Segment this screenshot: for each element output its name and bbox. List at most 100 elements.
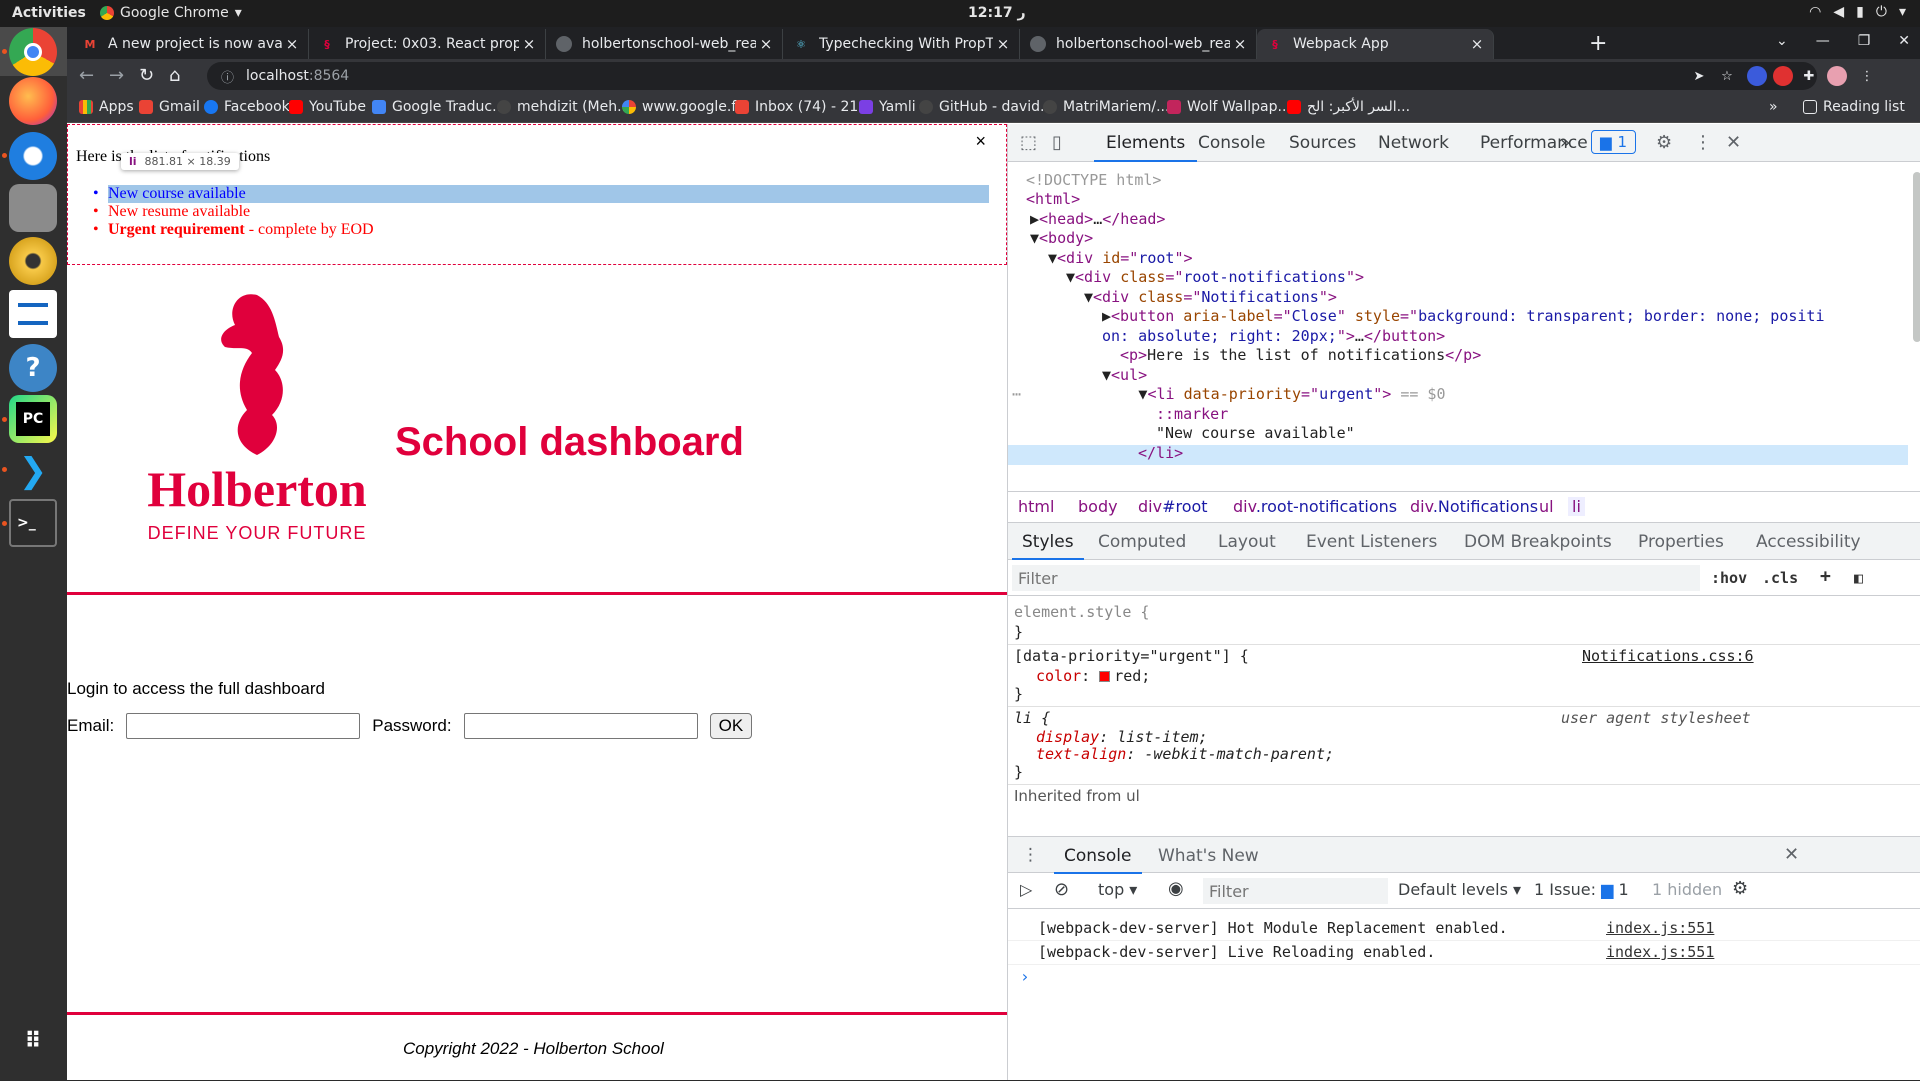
send-tab-icon[interactable]: ➤	[1689, 66, 1709, 86]
close-devtools-icon[interactable]: ✕	[1726, 132, 1741, 153]
bookmarks-overflow-button[interactable]: »	[1769, 99, 1778, 115]
close-icon[interactable]: ×	[519, 35, 539, 53]
tab-computed[interactable]: Computed	[1098, 532, 1186, 552]
close-icon[interactable]: ×	[1230, 35, 1250, 53]
profile-avatar[interactable]	[1827, 66, 1847, 86]
sidebar-toggle-icon[interactable]: ▷	[1020, 880, 1032, 899]
bookmark-google-translate[interactable]: Google Traduc...	[372, 99, 505, 115]
bookmark-github-david[interactable]: GitHub - david...	[919, 99, 1053, 115]
bookmark-matrimariem[interactable]: MatriMariem/...	[1043, 99, 1169, 115]
tab-event-listeners[interactable]: Event Listeners	[1306, 532, 1437, 552]
breadcrumb-item[interactable]: div#root	[1138, 497, 1208, 516]
tab-console-drawer[interactable]: Console	[1054, 846, 1141, 874]
context-selector[interactable]: top ▾	[1098, 880, 1137, 899]
rule-source-link[interactable]: Notifications.css:6	[1582, 646, 1754, 666]
device-toolbar-icon[interactable]: ▯	[1052, 132, 1062, 153]
console-filter-input[interactable]	[1203, 878, 1388, 904]
dom-scrollbar[interactable]	[1913, 172, 1920, 342]
dom-node[interactable]: ▼<div class="root-notifications">	[1066, 267, 1364, 287]
notification-item[interactable]: New course available	[93, 185, 998, 203]
notification-item[interactable]: New resume available	[93, 203, 998, 221]
tab-whats-new[interactable]: What's New	[1158, 846, 1259, 866]
browser-tab[interactable]: M A new project is now avai ×	[72, 29, 309, 59]
breadcrumb-item[interactable]: body	[1078, 497, 1118, 516]
tab-layout[interactable]: Layout	[1218, 532, 1276, 552]
reading-list-button[interactable]: Reading list	[1803, 99, 1905, 115]
rhythmbox-dock-icon[interactable]	[9, 237, 57, 285]
bookmark-github-mehdizit[interactable]: mehdizit (Meh...	[497, 99, 630, 115]
dom-node[interactable]: on: absolute; right: 20px;">…</button>	[1102, 326, 1445, 346]
maximize-icon[interactable]: ❐	[1858, 33, 1871, 49]
issues-badge[interactable]: ▆ 1	[1591, 130, 1637, 154]
system-tray[interactable]: ◠ ◀ ▮ ⏻ ▾	[1809, 4, 1906, 20]
breadcrumb-item[interactable]: div.Notifications	[1410, 497, 1538, 516]
firefox-dock-icon[interactable]	[9, 77, 57, 125]
styles-filter-input[interactable]	[1012, 565, 1700, 591]
live-expression-eye-icon[interactable]: ◉	[1168, 878, 1184, 899]
browser-tab[interactable]: holbertonschool-web_rea ×	[1020, 29, 1257, 59]
clear-console-icon[interactable]: ⊘	[1054, 879, 1069, 900]
bookmark-yamli[interactable]: Yamli	[859, 99, 916, 115]
element-style-rule[interactable]: element.style {	[1014, 602, 1149, 622]
console-message-source-link[interactable]: index.js:551	[1606, 943, 1714, 961]
tab-performance[interactable]: Performance	[1480, 133, 1588, 153]
dom-node[interactable]: "New course available"	[1156, 423, 1355, 443]
bookmark-gmail[interactable]: Gmail	[139, 99, 200, 115]
writer-dock-icon[interactable]	[9, 290, 57, 338]
forward-icon[interactable]: →	[109, 65, 124, 86]
ok-button[interactable]: OK	[709, 713, 753, 739]
console-message-source-link[interactable]: index.js:551	[1606, 919, 1714, 937]
bookmark-facebook[interactable]: Facebook	[204, 99, 290, 115]
password-field[interactable]	[463, 713, 698, 739]
bookmark-wolf-wallpaper[interactable]: Wolf Wallpap...	[1167, 99, 1291, 115]
reload-icon[interactable]: ↻	[139, 65, 154, 86]
bookmark-youtube[interactable]: YouTube	[289, 99, 366, 115]
show-applications-icon[interactable]: ⠿	[9, 1017, 57, 1065]
dom-node[interactable]: <p>Here is the list of notifications</p>	[1120, 345, 1481, 365]
bookmark-google[interactable]: www.google.f...	[622, 99, 749, 115]
extensions-puzzle-icon[interactable]: ✚	[1799, 66, 1819, 86]
dom-node[interactable]: ▼<ul>	[1102, 365, 1147, 385]
dom-node[interactable]: <!DOCTYPE html>	[1026, 170, 1161, 190]
cls-toggle[interactable]: .cls	[1762, 569, 1798, 587]
app-menu[interactable]: Google Chrome ▾	[100, 5, 242, 21]
thunderbird-dock-icon[interactable]	[9, 132, 57, 180]
more-tabs-button[interactable]: »	[1560, 133, 1570, 153]
breadcrumb-item[interactable]: ul	[1539, 497, 1554, 516]
new-tab-button[interactable]: +	[1589, 31, 1607, 56]
terminal-dock-icon[interactable]: >_	[9, 499, 57, 547]
site-info-icon[interactable]: ⓘ	[221, 67, 234, 86]
settings-gear-icon[interactable]: ⚙	[1656, 132, 1672, 153]
tab-dom-breakpoints[interactable]: DOM Breakpoints	[1464, 532, 1612, 552]
dom-node[interactable]: </li>	[1138, 443, 1183, 463]
back-icon[interactable]: ←	[79, 65, 94, 86]
close-icon[interactable]: ×	[282, 35, 302, 53]
kebab-menu-icon[interactable]: ⋮	[1857, 66, 1877, 86]
help-dock-icon[interactable]: ?	[9, 344, 57, 392]
dom-node-selected[interactable]: ⋯ ▼<li data-priority="urgent"> == $0	[1012, 384, 1446, 404]
rule-selector[interactable]: li {	[1014, 708, 1050, 728]
dom-node[interactable]: ▼<div id="root">	[1048, 248, 1193, 268]
close-drawer-icon[interactable]: ✕	[1784, 844, 1799, 865]
activities-button[interactable]: Activities	[12, 5, 86, 21]
tab-search-icon[interactable]: ⌄	[1776, 33, 1788, 49]
close-icon[interactable]: ×	[1467, 35, 1487, 53]
kebab-menu-icon[interactable]: ⋮	[1694, 132, 1712, 153]
css-property[interactable]: color: red;	[1036, 666, 1150, 686]
vscode-dock-icon[interactable]: ❯	[9, 447, 57, 495]
chrome-dock-icon[interactable]	[9, 28, 57, 76]
tab-elements[interactable]: Elements	[1093, 133, 1198, 162]
browser-tab[interactable]: ⚛ Typechecking With PropT ×	[783, 29, 1020, 59]
clock[interactable]: 12:17 ر	[968, 5, 1026, 21]
console-prompt-icon[interactable]: ›	[1020, 967, 1030, 986]
address-bar[interactable]: ⓘ localhost :8564	[207, 62, 1817, 90]
notification-item[interactable]: Urgent requirement - complete by EOD	[93, 221, 998, 239]
minimize-icon[interactable]: —	[1816, 33, 1830, 49]
tab-styles[interactable]: Styles	[1012, 532, 1084, 560]
log-levels-dropdown[interactable]: Default levels ▾	[1398, 880, 1521, 899]
console-issues-button[interactable]: 1 Issue: ▆ 1	[1534, 880, 1629, 899]
dom-node[interactable]: ::marker	[1156, 404, 1228, 424]
tab-accessibility[interactable]: Accessibility	[1756, 532, 1861, 552]
bookmark-star-icon[interactable]: ☆	[1717, 66, 1737, 86]
bookmark-apps[interactable]: Apps	[79, 99, 134, 115]
